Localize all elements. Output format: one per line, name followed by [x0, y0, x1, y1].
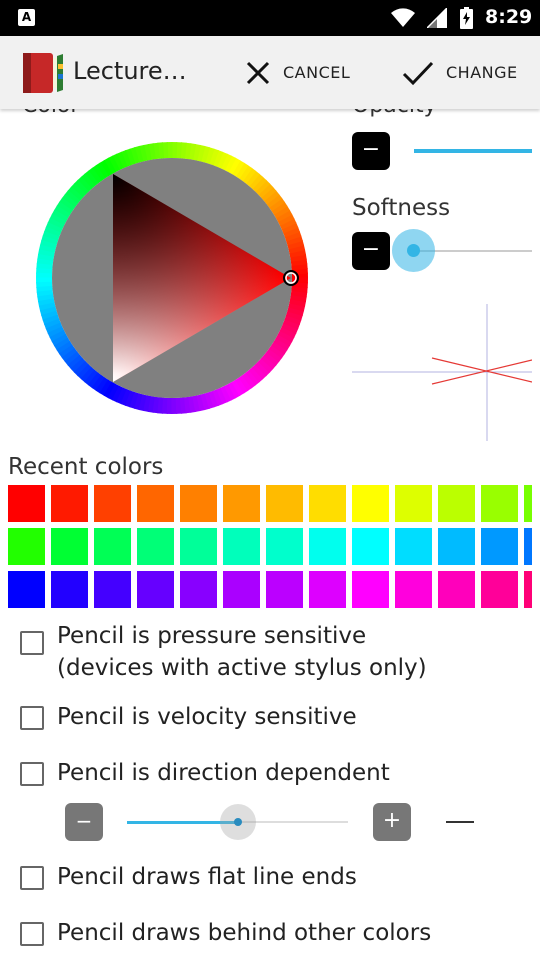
recent-color-swatch[interactable] [266, 528, 303, 565]
recent-color-swatch[interactable] [309, 485, 346, 522]
recent-color-swatch[interactable] [395, 485, 432, 522]
brush-settings-panel: Color Opacity − Soft [0, 109, 540, 960]
recent-color-swatch[interactable] [223, 528, 260, 565]
recent-color-swatch[interactable] [481, 571, 518, 608]
flat-line-ends-label: Pencil draws flat line ends [57, 864, 357, 890]
recent-color-swatch[interactable] [309, 571, 346, 608]
change-label: CHANGE [446, 63, 518, 82]
recent-color-swatch[interactable] [51, 528, 88, 565]
recent-color-swatch[interactable] [266, 485, 303, 522]
recent-color-swatch[interactable] [524, 571, 532, 608]
status-time: 8:29 [485, 6, 533, 28]
recent-color-swatch[interactable] [352, 571, 389, 608]
pressure-sensitive-label: Pencil is pressure sensitive [57, 623, 367, 649]
signal-icon [427, 8, 447, 28]
swatch-row [8, 485, 540, 522]
recent-color-swatch[interactable] [8, 528, 45, 565]
recent-color-swatch[interactable] [223, 571, 260, 608]
brush-preview [352, 304, 532, 441]
swatch-row [8, 528, 540, 565]
close-icon [246, 61, 270, 84]
recent-color-swatch[interactable] [223, 485, 260, 522]
recent-color-swatch[interactable] [94, 528, 131, 565]
recent-color-swatch[interactable] [438, 571, 475, 608]
recent-color-swatch[interactable] [395, 528, 432, 565]
recent-color-swatch[interactable] [137, 528, 174, 565]
check-icon [402, 61, 434, 85]
recent-color-swatch[interactable] [180, 485, 217, 522]
swatch-row [8, 571, 540, 608]
cancel-label: CANCEL [283, 63, 351, 82]
recent-color-swatch[interactable] [309, 528, 346, 565]
notebook-app-icon[interactable] [20, 50, 64, 96]
recent-color-swatch[interactable] [395, 571, 432, 608]
recent-color-swatch[interactable] [51, 485, 88, 522]
app-title: Lecture… [73, 57, 187, 85]
recent-color-swatch[interactable] [524, 528, 532, 565]
recent-color-swatch[interactable] [94, 571, 131, 608]
pressure-sensitive-checkbox[interactable] [20, 631, 44, 655]
direction-minus-button[interactable]: − [65, 803, 103, 841]
direction-thumb[interactable] [234, 818, 242, 826]
recent-color-swatch[interactable] [180, 528, 217, 565]
recent-color-swatch[interactable] [8, 571, 45, 608]
direction-value-dash [446, 821, 474, 823]
direction-dependent-label: Pencil is direction dependent [57, 760, 390, 786]
change-button[interactable]: CHANGE [402, 36, 518, 109]
recent-color-swatch[interactable] [352, 528, 389, 565]
velocity-sensitive-checkbox[interactable] [20, 706, 44, 730]
opacity-minus-button[interactable]: − [352, 132, 390, 170]
recent-color-swatch[interactable] [481, 528, 518, 565]
color-label: Color [22, 109, 79, 118]
status-bar: A 8:29 [0, 0, 540, 36]
wifi-icon [391, 8, 415, 27]
direction-plus-button[interactable]: + [373, 803, 411, 841]
battery-charging-icon [460, 7, 473, 29]
direction-dependent-checkbox[interactable] [20, 762, 44, 786]
softness-minus-button[interactable]: − [352, 232, 390, 270]
recent-colors-label: Recent colors [8, 454, 164, 480]
recent-color-swatch[interactable] [137, 571, 174, 608]
velocity-sensitive-label: Pencil is velocity sensitive [57, 704, 357, 730]
recent-color-swatch[interactable] [438, 485, 475, 522]
recent-color-swatch[interactable] [481, 485, 518, 522]
cancel-button[interactable]: CANCEL [245, 36, 350, 109]
draw-behind-checkbox[interactable] [20, 922, 44, 946]
recent-color-swatch[interactable] [137, 485, 174, 522]
recent-color-swatch[interactable] [51, 571, 88, 608]
app-bar: Lecture… CANCEL CHANGE [0, 36, 540, 109]
recent-color-swatch[interactable] [524, 485, 532, 522]
notification-a-icon: A [18, 9, 35, 26]
color-wheel[interactable] [36, 142, 308, 414]
softness-label: Softness [352, 195, 451, 221]
opacity-slider[interactable] [414, 149, 532, 153]
recent-color-swatch[interactable] [8, 485, 45, 522]
recent-color-swatch[interactable] [438, 528, 475, 565]
recent-color-swatch[interactable] [352, 485, 389, 522]
pressure-sensitive-sublabel: (devices with active stylus only) [57, 655, 427, 681]
recent-color-swatch[interactable] [94, 485, 131, 522]
flat-line-ends-checkbox[interactable] [20, 866, 44, 890]
recent-color-swatch[interactable] [180, 571, 217, 608]
recent-color-swatch[interactable] [266, 571, 303, 608]
opacity-label: Opacity [352, 109, 437, 118]
softness-thumb[interactable] [407, 244, 420, 257]
draw-behind-label: Pencil draws behind other colors [57, 920, 432, 946]
